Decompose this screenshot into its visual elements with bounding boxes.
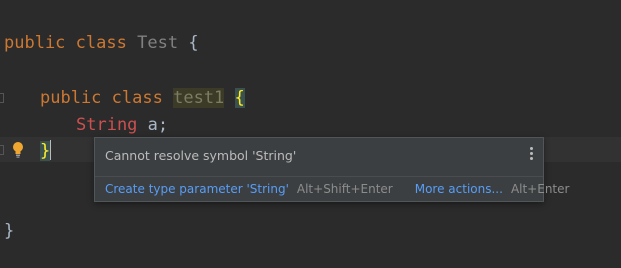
- quick-fix-bar: Create type parameter 'String' Alt+Shift+…: [105, 182, 569, 196]
- action-shortcut: Alt+Shift+Enter: [296, 182, 393, 196]
- matched-open-brace: {: [234, 88, 245, 108]
- unresolved-type[interactable]: String: [76, 115, 137, 135]
- close-brace: }: [4, 221, 15, 241]
- field-name: a;: [147, 115, 169, 135]
- class-name: Test: [137, 33, 179, 53]
- lightbulb-icon[interactable]: [12, 141, 24, 159]
- keyword-class: class: [75, 33, 127, 53]
- more-actions-link[interactable]: More actions...: [415, 182, 503, 196]
- more-actions-shortcut: Alt+Enter: [510, 182, 570, 196]
- keyword-public: public: [40, 88, 102, 108]
- fold-marker[interactable]: [0, 145, 4, 155]
- error-tooltip-popup: Cannot resolve symbol 'String' Create ty…: [94, 137, 569, 202]
- code-line-4[interactable]: }: [40, 140, 51, 162]
- more-options-icon[interactable]: [527, 147, 535, 163]
- code-line-2[interactable]: public class test1 {: [40, 87, 245, 109]
- open-brace: {: [188, 33, 199, 53]
- keyword-class: class: [111, 88, 163, 108]
- create-type-parameter-link[interactable]: Create type parameter 'String': [105, 182, 289, 196]
- code-line-5[interactable]: }: [4, 220, 14, 242]
- code-line-1[interactable]: public class Test {: [4, 32, 199, 54]
- inner-class-name: test1: [173, 88, 225, 108]
- keyword-public: public: [4, 33, 66, 53]
- fold-marker[interactable]: [0, 93, 4, 103]
- code-line-3[interactable]: String a;: [76, 114, 168, 136]
- matched-close-brace: }: [40, 141, 51, 161]
- text-caret: [50, 140, 51, 160]
- error-message: Cannot resolve symbol 'String': [105, 148, 297, 163]
- divider: [95, 176, 543, 177]
